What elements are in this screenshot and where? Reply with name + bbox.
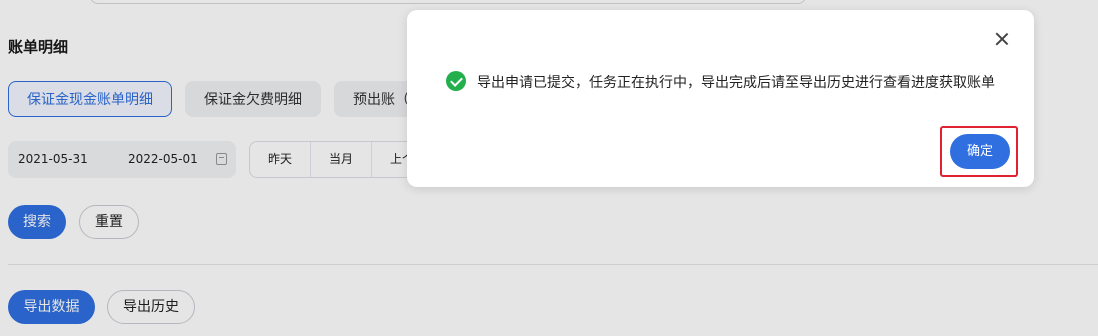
export-success-dialog: 导出申请已提交，任务正在执行中，导出完成后请至导出历史进行查看进度获取账单 确定 bbox=[407, 10, 1034, 187]
confirm-button[interactable]: 确定 bbox=[950, 134, 1010, 169]
success-check-icon bbox=[446, 71, 466, 91]
close-icon[interactable] bbox=[995, 32, 1009, 46]
dialog-message: 导出申请已提交，任务正在执行中，导出完成后请至导出历史进行查看进度获取账单 bbox=[477, 75, 995, 91]
